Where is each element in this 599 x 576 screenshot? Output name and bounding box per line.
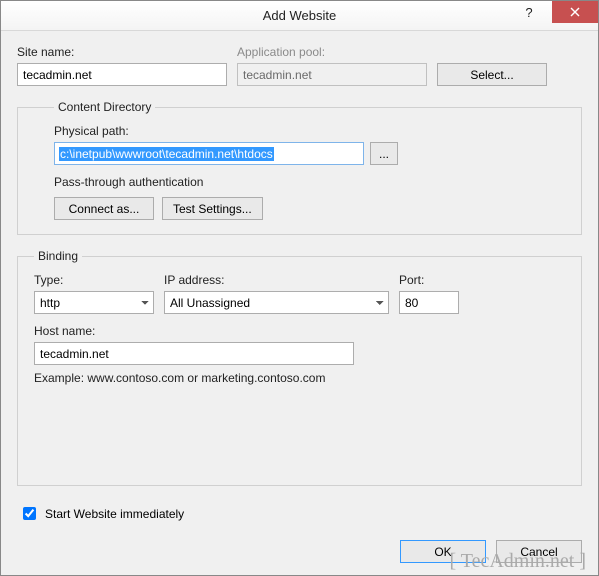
content-directory-legend: Content Directory [54,100,155,114]
start-immediately-row[interactable]: Start Website immediately [19,504,184,523]
type-label: Type: [34,273,154,287]
site-name-label: Site name: [17,45,227,59]
hostname-example: Example: www.contoso.com or marketing.co… [34,371,567,385]
app-pool-label: Application pool: [237,45,427,59]
content-directory-group: Content Directory Physical path: c:\inet… [17,100,582,235]
app-pool-input [237,63,427,86]
start-immediately-checkbox[interactable] [23,507,36,520]
type-select[interactable]: http [34,291,154,314]
connect-as-button[interactable]: Connect as... [54,197,154,220]
browse-path-button[interactable]: ... [370,142,398,165]
hostname-input[interactable] [34,342,354,365]
close-icon [570,7,580,17]
physical-path-input[interactable]: c:\inetpub\wwwroot\tecadmin.net\htdocs [54,142,364,165]
start-immediately-label: Start Website immediately [45,507,184,521]
port-input[interactable] [399,291,459,314]
physical-path-label: Physical path: [54,124,567,138]
passthrough-label: Pass-through authentication [54,175,567,189]
test-settings-button[interactable]: Test Settings... [162,197,263,220]
hostname-label: Host name: [34,324,354,338]
binding-group: Binding Type: http IP address: All Unass… [17,249,582,486]
binding-legend: Binding [34,249,82,263]
ip-select[interactable]: All Unassigned [164,291,389,314]
close-button[interactable] [552,1,598,23]
add-website-dialog: Add Website ? Site name: Application poo… [0,0,599,576]
physical-path-value: c:\inetpub\wwwroot\tecadmin.net\htdocs [59,147,274,161]
port-label: Port: [399,273,459,287]
titlebar: Add Website ? [1,1,598,31]
select-app-pool-button[interactable]: Select... [437,63,547,86]
cancel-button[interactable]: Cancel [496,540,582,563]
ip-label: IP address: [164,273,389,287]
help-button[interactable]: ? [506,1,552,23]
ok-button[interactable]: OK [400,540,486,563]
site-name-input[interactable] [17,63,227,86]
